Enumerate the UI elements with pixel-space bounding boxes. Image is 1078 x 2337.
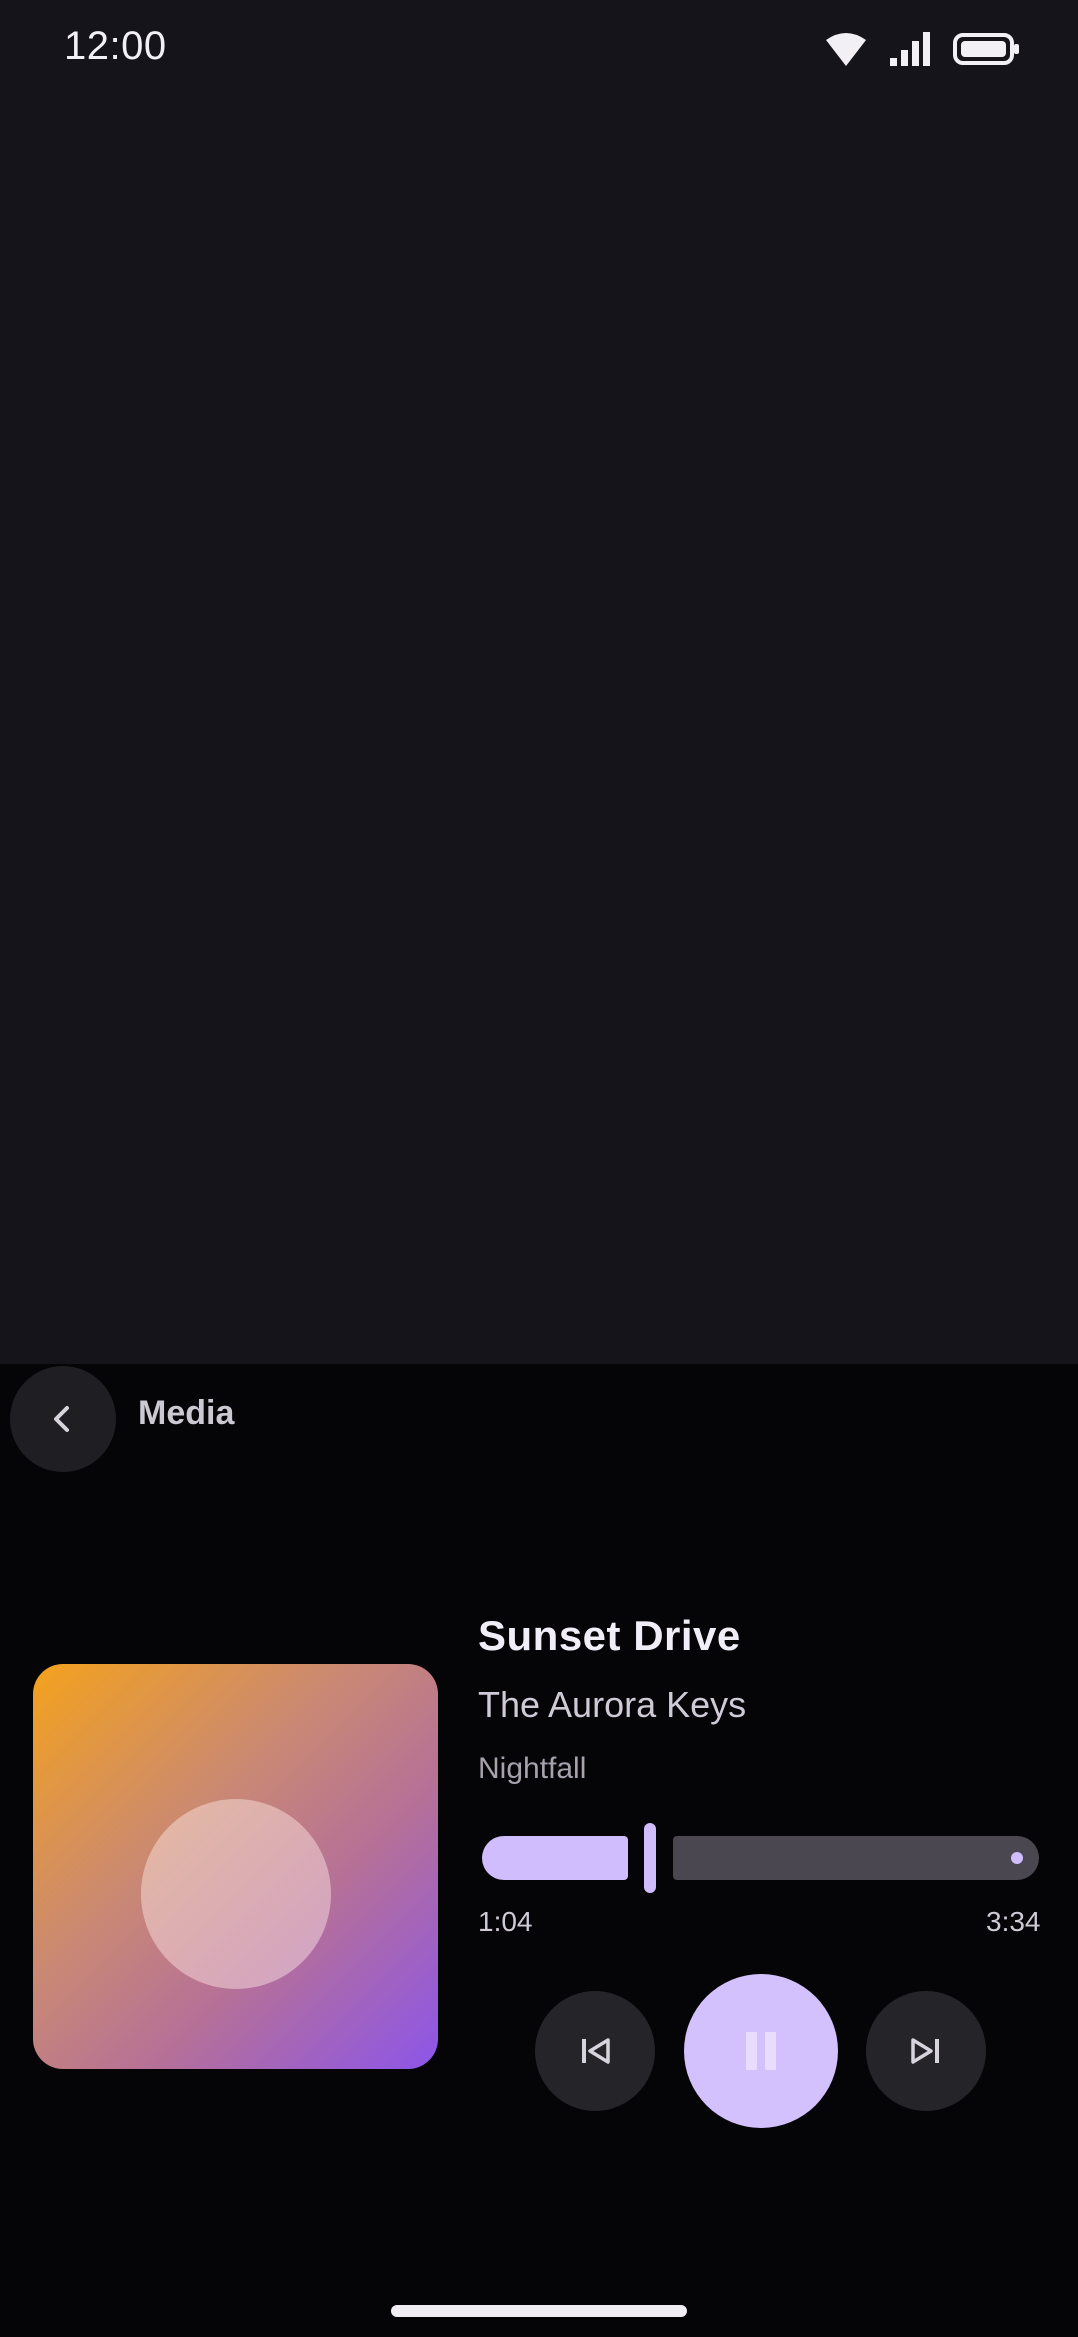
track-artist: The Aurora Keys: [478, 1684, 747, 1725]
album-art: [33, 1664, 438, 2069]
back-button[interactable]: [10, 1366, 116, 1472]
track-album: Nightfall: [478, 1752, 587, 1785]
status-time: 12:00: [64, 24, 167, 68]
signal-icon: [888, 30, 932, 75]
status-bar: 12:00: [0, 0, 1078, 100]
track-title: Sunset Drive: [478, 1612, 741, 1659]
wifi-icon: [824, 30, 868, 75]
next-track-button[interactable]: [866, 1991, 986, 2111]
home-indicator[interactable]: [391, 2305, 687, 2317]
play-pause-button[interactable]: [684, 1974, 838, 2128]
album-art-disc: [141, 1799, 331, 1989]
progress-remaining-segment[interactable]: [673, 1836, 1039, 1880]
skip-next-icon: [911, 2038, 939, 2064]
progress-played-segment[interactable]: [482, 1836, 628, 1880]
chevron-left-icon: [54, 1406, 69, 1432]
previous-track-button[interactable]: [535, 1991, 655, 2111]
progress-end-dot: [1011, 1852, 1023, 1864]
time-total: 3:34: [986, 1906, 1041, 1937]
panel-title: Media: [138, 1394, 235, 1432]
skip-previous-icon: [582, 2038, 610, 2064]
time-elapsed: 1:04: [478, 1906, 533, 1937]
battery-icon: [952, 30, 1022, 75]
progress-thumb[interactable]: [644, 1823, 656, 1893]
pause-icon: [746, 2032, 776, 2070]
empty-content-area: [0, 0, 1078, 1364]
